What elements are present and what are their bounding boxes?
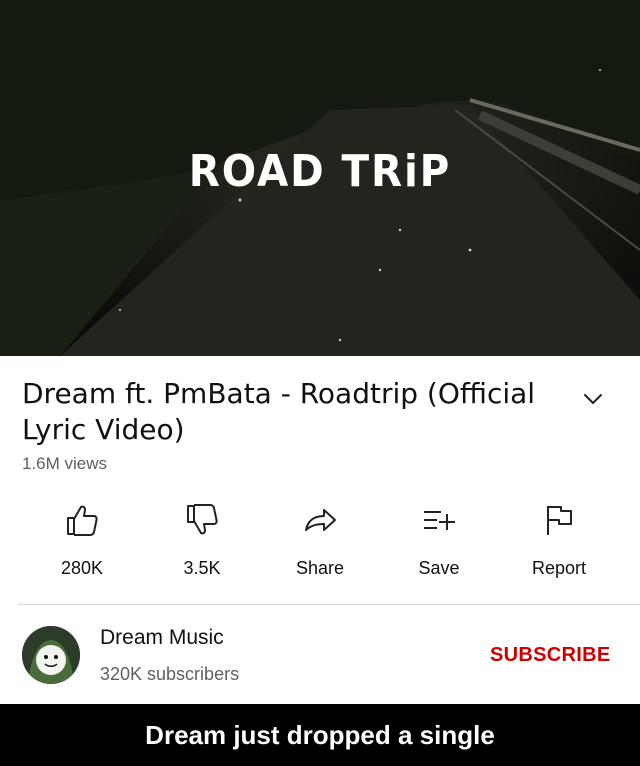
- video-player[interactable]: ROAD TRiP: [0, 0, 640, 356]
- share-button[interactable]: Share: [260, 500, 380, 579]
- subscribe-button[interactable]: SUBSCRIBE: [490, 644, 611, 667]
- meme-caption: Dream just dropped a single: [0, 704, 640, 766]
- channel-row: Dream Music 320K subscribers SUBSCRIBE: [0, 610, 640, 700]
- view-count: 1.6M views: [22, 454, 108, 473]
- like-button[interactable]: 280K: [22, 500, 142, 579]
- dream-mask-avatar-icon: [22, 626, 80, 684]
- share-arrow-icon: [305, 509, 336, 531]
- dislike-count: 3.5K: [183, 558, 221, 578]
- video-title-overlay: ROAD TRiP: [188, 146, 452, 197]
- video-details: Dream ft. PmBata - Roadtrip (Official Ly…: [22, 376, 552, 474]
- section-divider: [18, 604, 640, 605]
- report-button[interactable]: Report: [499, 500, 619, 579]
- subscriber-count: 320K subscribers: [100, 664, 240, 684]
- share-label: Share: [295, 558, 345, 578]
- add-to-playlist-icon: [424, 511, 455, 530]
- save-button[interactable]: Save: [379, 500, 499, 579]
- report-label: Report: [531, 558, 587, 578]
- thumbs-down-icon: [187, 504, 218, 535]
- flag-icon: [547, 506, 572, 535]
- channel-avatar[interactable]: [22, 626, 80, 684]
- expand-description-button[interactable]: [580, 386, 606, 412]
- chevron-down-icon: [584, 394, 602, 404]
- like-count: 280K: [60, 558, 104, 578]
- channel-name[interactable]: Dream Music: [100, 626, 224, 650]
- thumbs-up-icon: [67, 505, 98, 536]
- action-bar: 280K 3.5K Share Save Report: [0, 500, 640, 590]
- save-label: Save: [418, 558, 460, 578]
- dislike-button[interactable]: 3.5K: [142, 500, 262, 579]
- video-title: Dream ft. PmBata - Roadtrip (Official Ly…: [22, 377, 536, 446]
